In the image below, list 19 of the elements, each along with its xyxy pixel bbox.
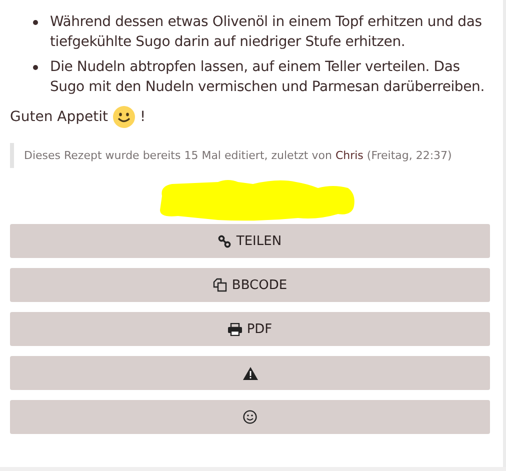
action-button[interactable]: [10, 356, 490, 390]
smiley-icon: [112, 106, 135, 128]
action-button[interactable]: BBCODE: [10, 268, 490, 302]
print-icon: [228, 322, 242, 336]
bullet-icon: [33, 20, 38, 25]
author-link[interactable]: Chris: [335, 149, 364, 162]
action-button[interactable]: [10, 400, 490, 434]
action-button[interactable]: TEILEN: [10, 224, 490, 258]
copy-icon: [212, 278, 227, 292]
action-button[interactable]: PDF: [10, 312, 490, 346]
step-text: Die Nudeln abtropfen lassen, auf einem Teller verteilen. Das Sugo mit den Nudeln vermischen und Parmesan darüberreiben.: [50, 58, 486, 97]
edit-note-text: Dieses Rezept wurde bereits 15 Mal editiert, zuletzt von Chris (Freitag, 22:37): [24, 149, 452, 162]
step-text: Während dessen etwas Olivenöl in einem Topf erhitzen und das tiefgekühlte Sugo darin auf niedriger Stufe erhitzen.: [50, 13, 483, 52]
bullet-icon: [33, 65, 38, 70]
exclamation-text: !: [140, 109, 146, 125]
link-icon: [218, 234, 232, 248]
warning-icon: [242, 366, 258, 380]
smiley-icon: [243, 410, 257, 424]
closing-text: Guten Appetit: [10, 109, 108, 125]
